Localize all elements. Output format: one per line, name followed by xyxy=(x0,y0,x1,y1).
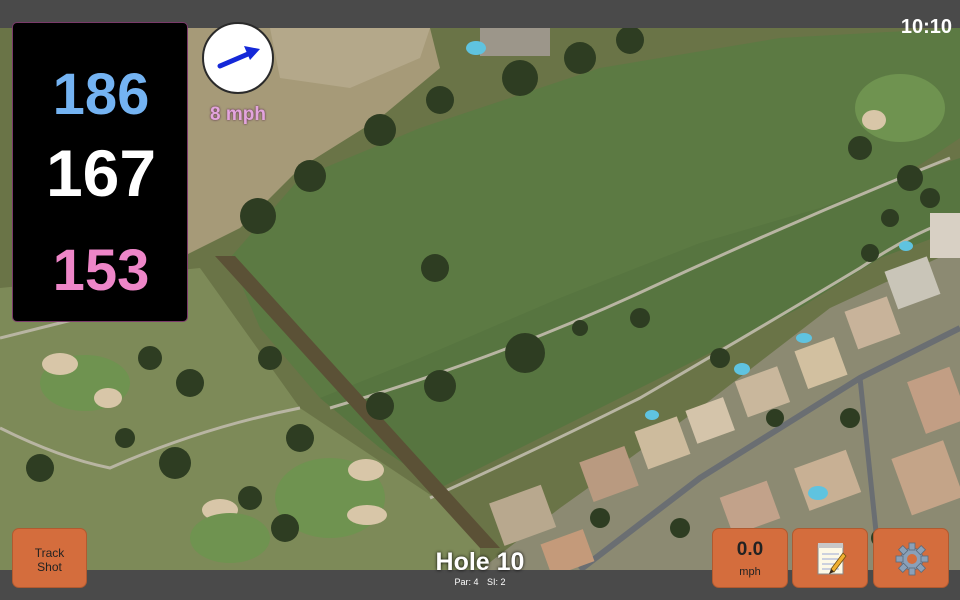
speed-unit: mph xyxy=(739,566,761,578)
notepad-icon xyxy=(817,543,847,575)
track-shot-button[interactable]: Track Shot xyxy=(12,528,87,588)
speed-button[interactable]: 0.0 mph xyxy=(712,528,788,588)
wind-speed-label: 8 mph xyxy=(210,104,266,125)
settings-button[interactable] xyxy=(873,528,949,588)
track-shot-label: Track Shot xyxy=(34,546,65,574)
gear-icon xyxy=(895,542,929,576)
front-distance: 153 xyxy=(52,238,150,303)
hole-title: Hole 10 xyxy=(435,548,525,576)
stroke-index-label: SI: 2 xyxy=(487,577,506,587)
distance-panel: 186 167 153 xyxy=(12,22,188,322)
back-distance: 186 xyxy=(52,62,150,127)
hole-details: Par: 4 SI: 2 xyxy=(380,577,580,587)
speed-value: 0.0 xyxy=(736,539,764,560)
middle-distance: 167 xyxy=(45,136,157,210)
arrow-icon xyxy=(217,46,260,69)
par-label: Par: 4 xyxy=(454,577,479,587)
wind-indicator[interactable] xyxy=(202,22,274,94)
clock-time: 10:10 xyxy=(900,16,952,38)
notes-button[interactable] xyxy=(792,528,868,588)
